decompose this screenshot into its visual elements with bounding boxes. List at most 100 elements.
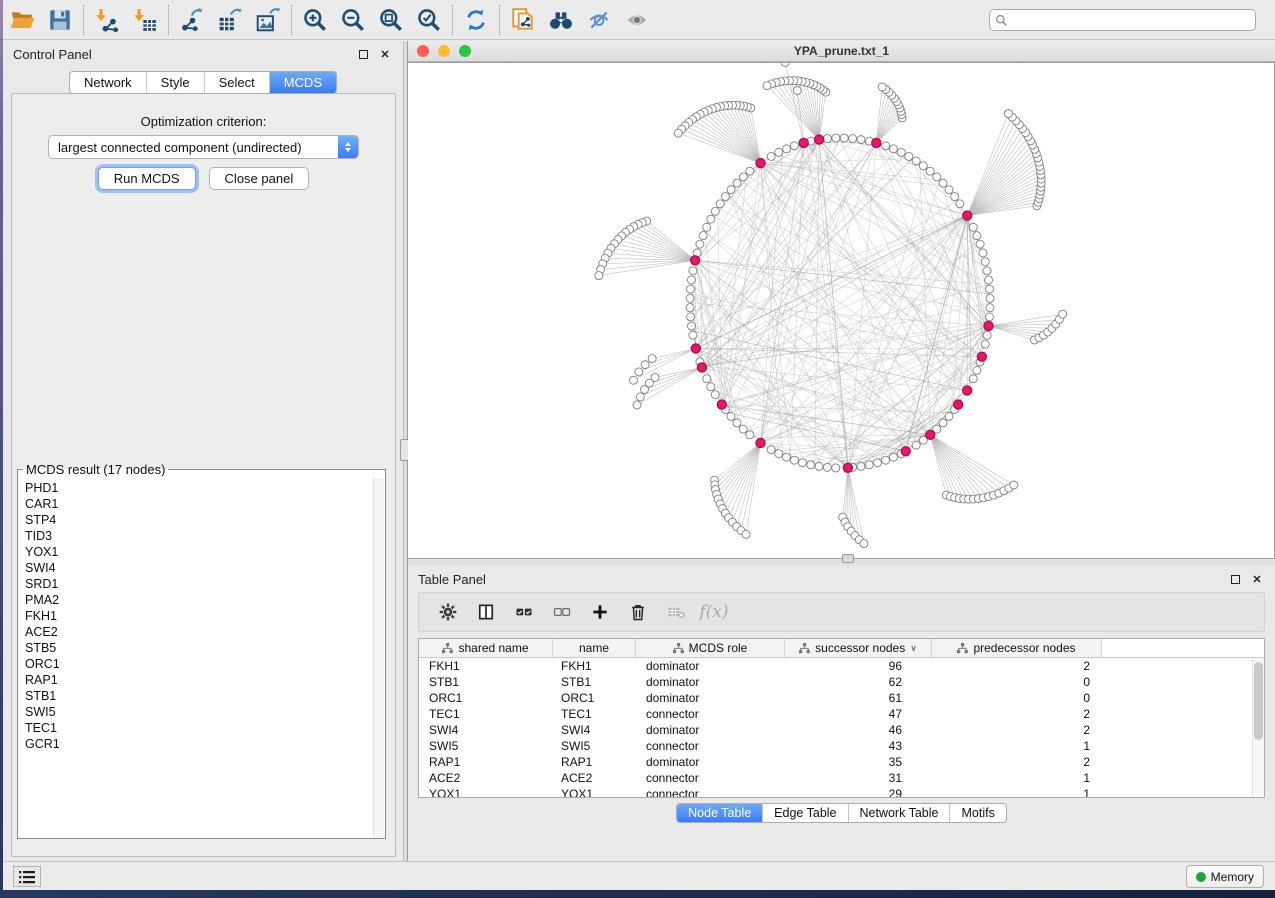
network-node[interactable] xyxy=(783,145,791,153)
network-node[interactable] xyxy=(689,267,697,275)
mcds-dominator-node[interactable] xyxy=(963,211,972,220)
mcds-node-item[interactable]: SWI5 xyxy=(25,704,373,720)
table-splitter-handle-icon[interactable] xyxy=(842,554,854,563)
table-scrollbar[interactable] xyxy=(1252,658,1264,797)
memory-button[interactable]: Memory xyxy=(1186,865,1264,888)
network-node[interactable] xyxy=(733,419,741,427)
network-node[interactable] xyxy=(951,193,959,201)
first-neighbors-button[interactable] xyxy=(542,4,580,36)
network-node[interactable] xyxy=(686,304,694,312)
table-scrollbar-thumb[interactable] xyxy=(1254,662,1263,740)
network-node[interactable] xyxy=(696,240,704,248)
clone-network-button[interactable] xyxy=(504,4,542,36)
network-node[interactable] xyxy=(799,459,807,467)
refresh-view-button[interactable] xyxy=(457,4,495,36)
network-node[interactable] xyxy=(882,142,890,150)
network-node[interactable] xyxy=(782,453,790,461)
export-network-button[interactable] xyxy=(173,4,211,36)
network-node[interactable] xyxy=(775,148,783,156)
mcds-node-item[interactable]: ACE2 xyxy=(25,624,373,640)
network-node[interactable] xyxy=(985,285,993,293)
mcds-node-item[interactable]: YOX1 xyxy=(25,544,373,560)
mcds-node-item[interactable]: SWI4 xyxy=(25,560,373,576)
close-mcds-button[interactable]: Close panel xyxy=(209,167,310,190)
network-node[interactable] xyxy=(767,152,775,160)
network-node[interactable] xyxy=(912,441,920,449)
network-node[interactable] xyxy=(985,276,993,284)
leaf-node[interactable] xyxy=(674,129,682,137)
network-node[interactable] xyxy=(727,412,735,420)
network-node[interactable] xyxy=(686,294,694,302)
table-row-RAP1[interactable]: RAP1RAP1dominator352 xyxy=(419,754,1264,770)
network-node[interactable] xyxy=(865,461,873,469)
criterion-dropdown[interactable]: largest connected component (undirected) xyxy=(48,135,359,159)
network-node[interactable] xyxy=(986,294,994,302)
delete-column-button[interactable] xyxy=(619,597,657,627)
mcds-node-item[interactable]: SRD1 xyxy=(25,576,373,592)
mcds-node-item[interactable]: STB1 xyxy=(25,688,373,704)
mcds-dominator-node[interactable] xyxy=(977,352,986,361)
deselect-all-rows-button[interactable] xyxy=(543,597,581,627)
table-row-ACE2[interactable]: ACE2ACE2connector311 xyxy=(419,770,1264,786)
network-node[interactable] xyxy=(985,313,993,321)
network-node[interactable] xyxy=(775,450,783,458)
network-node[interactable] xyxy=(711,207,719,215)
network-node[interactable] xyxy=(790,456,798,464)
mcds-dominator-node[interactable] xyxy=(926,430,935,439)
float-table-panel-button[interactable] xyxy=(1227,571,1243,587)
network-node[interactable] xyxy=(983,267,991,275)
leaf-node[interactable] xyxy=(635,368,643,376)
mcds-dominator-node[interactable] xyxy=(963,386,972,395)
network-node[interactable] xyxy=(727,186,735,194)
leaf-node[interactable] xyxy=(641,386,649,394)
network-node[interactable] xyxy=(840,134,848,142)
network-node[interactable] xyxy=(823,463,831,471)
network-node[interactable] xyxy=(857,462,865,470)
network-node[interactable] xyxy=(981,340,989,348)
network-canvas[interactable] xyxy=(408,62,1275,559)
network-node[interactable] xyxy=(857,136,865,144)
show-all-button[interactable] xyxy=(618,4,656,36)
mcds-dominator-node[interactable] xyxy=(954,400,963,409)
table-row-SWI4[interactable]: SWI4SWI4dominator462 xyxy=(419,722,1264,738)
mcds-dominator-node[interactable] xyxy=(843,463,852,472)
network-node[interactable] xyxy=(905,152,913,160)
save-session-button[interactable] xyxy=(41,4,79,36)
network-node[interactable] xyxy=(687,322,695,330)
network-node[interactable] xyxy=(739,425,747,433)
network-node[interactable] xyxy=(945,186,953,194)
export-table-button[interactable] xyxy=(211,4,249,36)
network-node[interactable] xyxy=(721,193,729,201)
select-all-rows-button[interactable] xyxy=(505,597,543,627)
leaf-node[interactable] xyxy=(781,63,789,67)
mcds-node-item[interactable]: RAP1 xyxy=(25,672,373,688)
network-node[interactable] xyxy=(939,419,947,427)
mcds-dominator-node[interactable] xyxy=(799,138,808,147)
network-node[interactable] xyxy=(979,249,987,257)
create-column-button[interactable] xyxy=(581,597,619,627)
zoom-out-button[interactable] xyxy=(334,4,372,36)
network-node[interactable] xyxy=(897,148,905,156)
network-node[interactable] xyxy=(703,375,711,383)
network-node[interactable] xyxy=(912,157,920,165)
leaf-node[interactable] xyxy=(793,86,801,94)
network-node[interactable] xyxy=(973,232,981,240)
network-graph[interactable] xyxy=(408,63,1273,558)
tab-style[interactable]: Style xyxy=(146,72,204,93)
network-node[interactable] xyxy=(926,167,934,175)
network-node[interactable] xyxy=(790,142,798,150)
mcds-dominator-node[interactable] xyxy=(872,138,881,147)
table-row-SWI5[interactable]: SWI5SWI5connector431 xyxy=(419,738,1264,754)
mcds-node-item[interactable]: TID3 xyxy=(25,528,373,544)
network-node[interactable] xyxy=(976,240,984,248)
column-header-MCDS-role[interactable]: MCDS role xyxy=(636,639,785,658)
mcds-node-item[interactable]: ORC1 xyxy=(25,656,373,672)
leaf-node[interactable] xyxy=(763,82,771,90)
mcds-dominator-node[interactable] xyxy=(756,438,765,447)
column-header-shared-name[interactable]: shared name xyxy=(419,639,553,658)
network-node[interactable] xyxy=(832,134,840,142)
network-node[interactable] xyxy=(882,456,890,464)
network-node[interactable] xyxy=(919,162,927,170)
search-input[interactable] xyxy=(989,9,1256,31)
hide-selected-button[interactable] xyxy=(580,4,618,36)
